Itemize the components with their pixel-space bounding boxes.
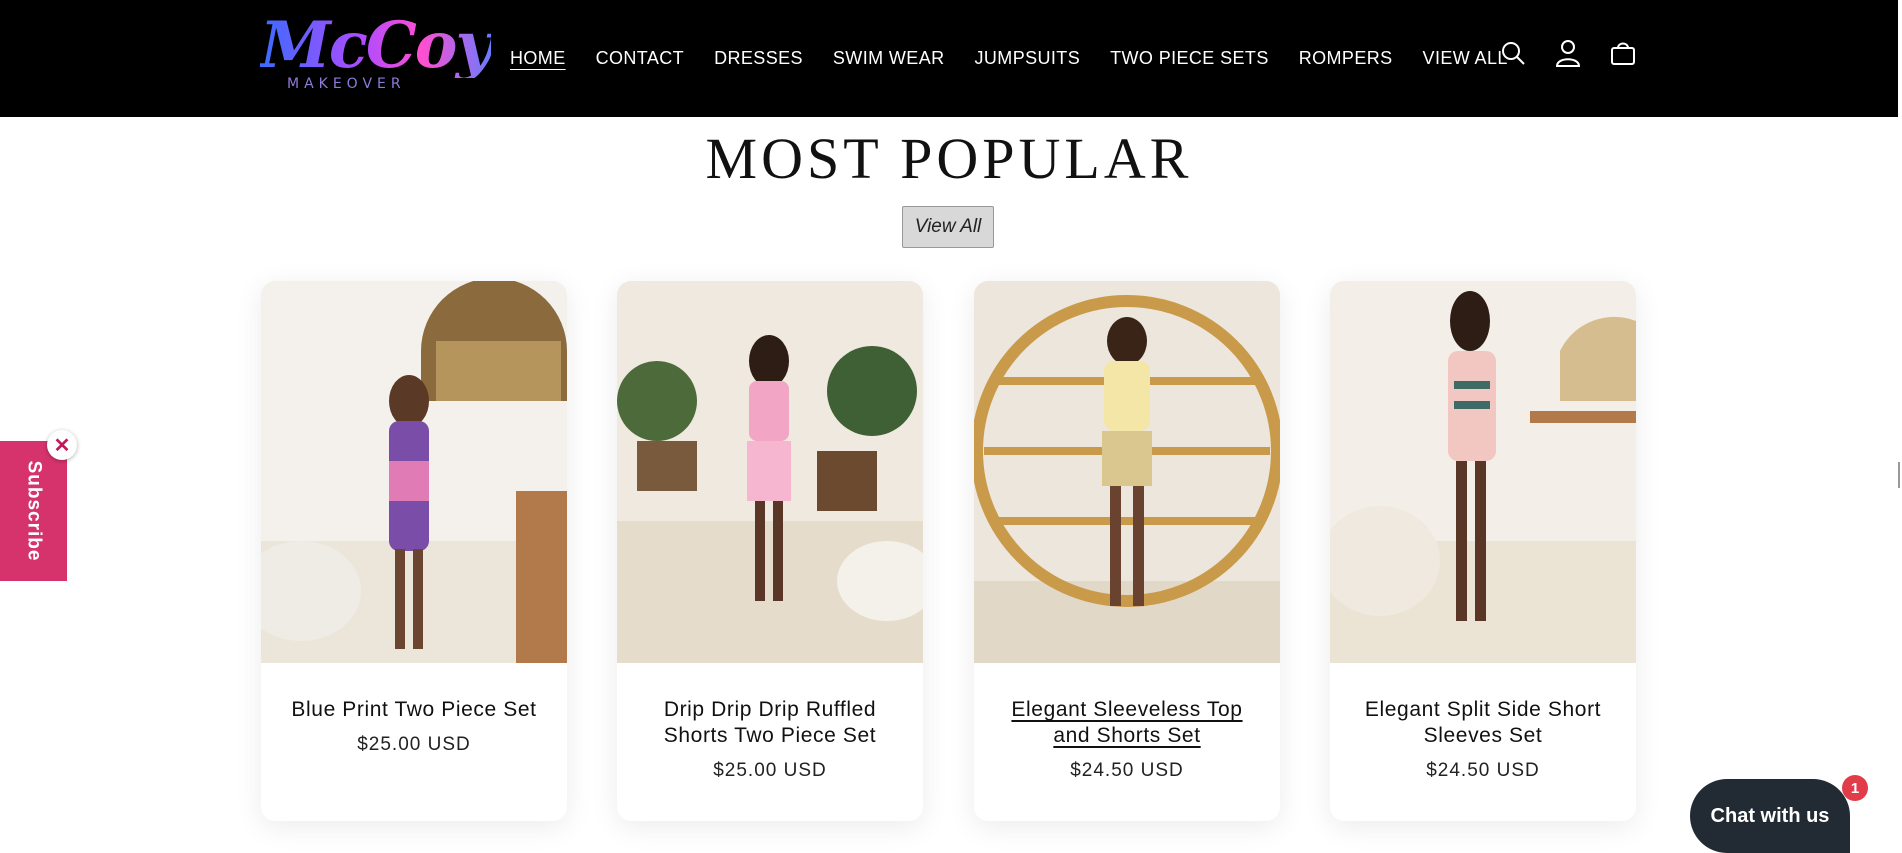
- close-icon[interactable]: ✕: [47, 430, 77, 460]
- nav-two-piece-sets[interactable]: TWO PIECE SETS: [1110, 48, 1269, 69]
- product-price: $25.00 USD: [357, 734, 471, 755]
- nav-jumpsuits[interactable]: JUMPSUITS: [975, 48, 1081, 69]
- nav-swim-wear[interactable]: SWIM WEAR: [833, 48, 945, 69]
- product-price: $24.50 USD: [1070, 760, 1184, 781]
- product-image[interactable]: [974, 281, 1280, 663]
- product-title[interactable]: Elegant Sleeveless Top and Shorts Set: [994, 697, 1260, 749]
- store-logo[interactable]: McCoy MAKEOVER: [260, 14, 493, 94]
- product-card[interactable]: Blue Print Two Piece Set $25.00 USD: [261, 281, 567, 821]
- scrollbar[interactable]: [1898, 462, 1900, 488]
- view-all-button[interactable]: View All: [902, 206, 994, 248]
- nav-view-all[interactable]: VIEW ALL: [1423, 48, 1508, 69]
- nav-home[interactable]: HOME: [510, 48, 566, 69]
- product-title[interactable]: Elegant Split Side Short Sleeves Set: [1350, 697, 1616, 749]
- product-price: $24.50 USD: [1426, 760, 1540, 781]
- product-image[interactable]: [617, 281, 923, 663]
- logo-script: McCoy: [260, 8, 493, 83]
- logo-subtitle: MAKEOVER: [287, 76, 406, 92]
- subscribe-tab[interactable]: Subscribe: [0, 441, 67, 581]
- search-icon[interactable]: [1498, 38, 1528, 68]
- nav-rompers[interactable]: ROMPERS: [1299, 48, 1393, 69]
- chat-button[interactable]: Chat with us: [1690, 779, 1850, 853]
- section-title: MOST POPULAR: [705, 126, 1193, 191]
- product-card[interactable]: Elegant Sleeveless Top and Shorts Set $2…: [974, 281, 1280, 821]
- product-price: $25.00 USD: [713, 760, 827, 781]
- product-card[interactable]: Elegant Split Side Short Sleeves Set $24…: [1330, 281, 1636, 821]
- site-header: McCoy MAKEOVER HOME CONTACT DRESSES SWIM…: [0, 0, 1898, 117]
- product-image[interactable]: [1330, 281, 1636, 663]
- nav-contact[interactable]: CONTACT: [596, 48, 684, 69]
- account-icon[interactable]: [1553, 38, 1583, 68]
- product-image[interactable]: [261, 281, 567, 663]
- header-icons: [1498, 38, 1663, 68]
- subscribe-label: Subscribe: [23, 460, 45, 562]
- product-card[interactable]: Drip Drip Drip Ruffled Shorts Two Piece …: [617, 281, 923, 821]
- cart-icon[interactable]: [1608, 38, 1638, 68]
- main-nav: HOME CONTACT DRESSES SWIM WEAR JUMPSUITS…: [510, 0, 1538, 117]
- product-title[interactable]: Drip Drip Drip Ruffled Shorts Two Piece …: [637, 697, 903, 749]
- product-title[interactable]: Blue Print Two Piece Set: [281, 697, 547, 723]
- chat-badge: 1: [1842, 775, 1868, 801]
- nav-dresses[interactable]: DRESSES: [714, 48, 803, 69]
